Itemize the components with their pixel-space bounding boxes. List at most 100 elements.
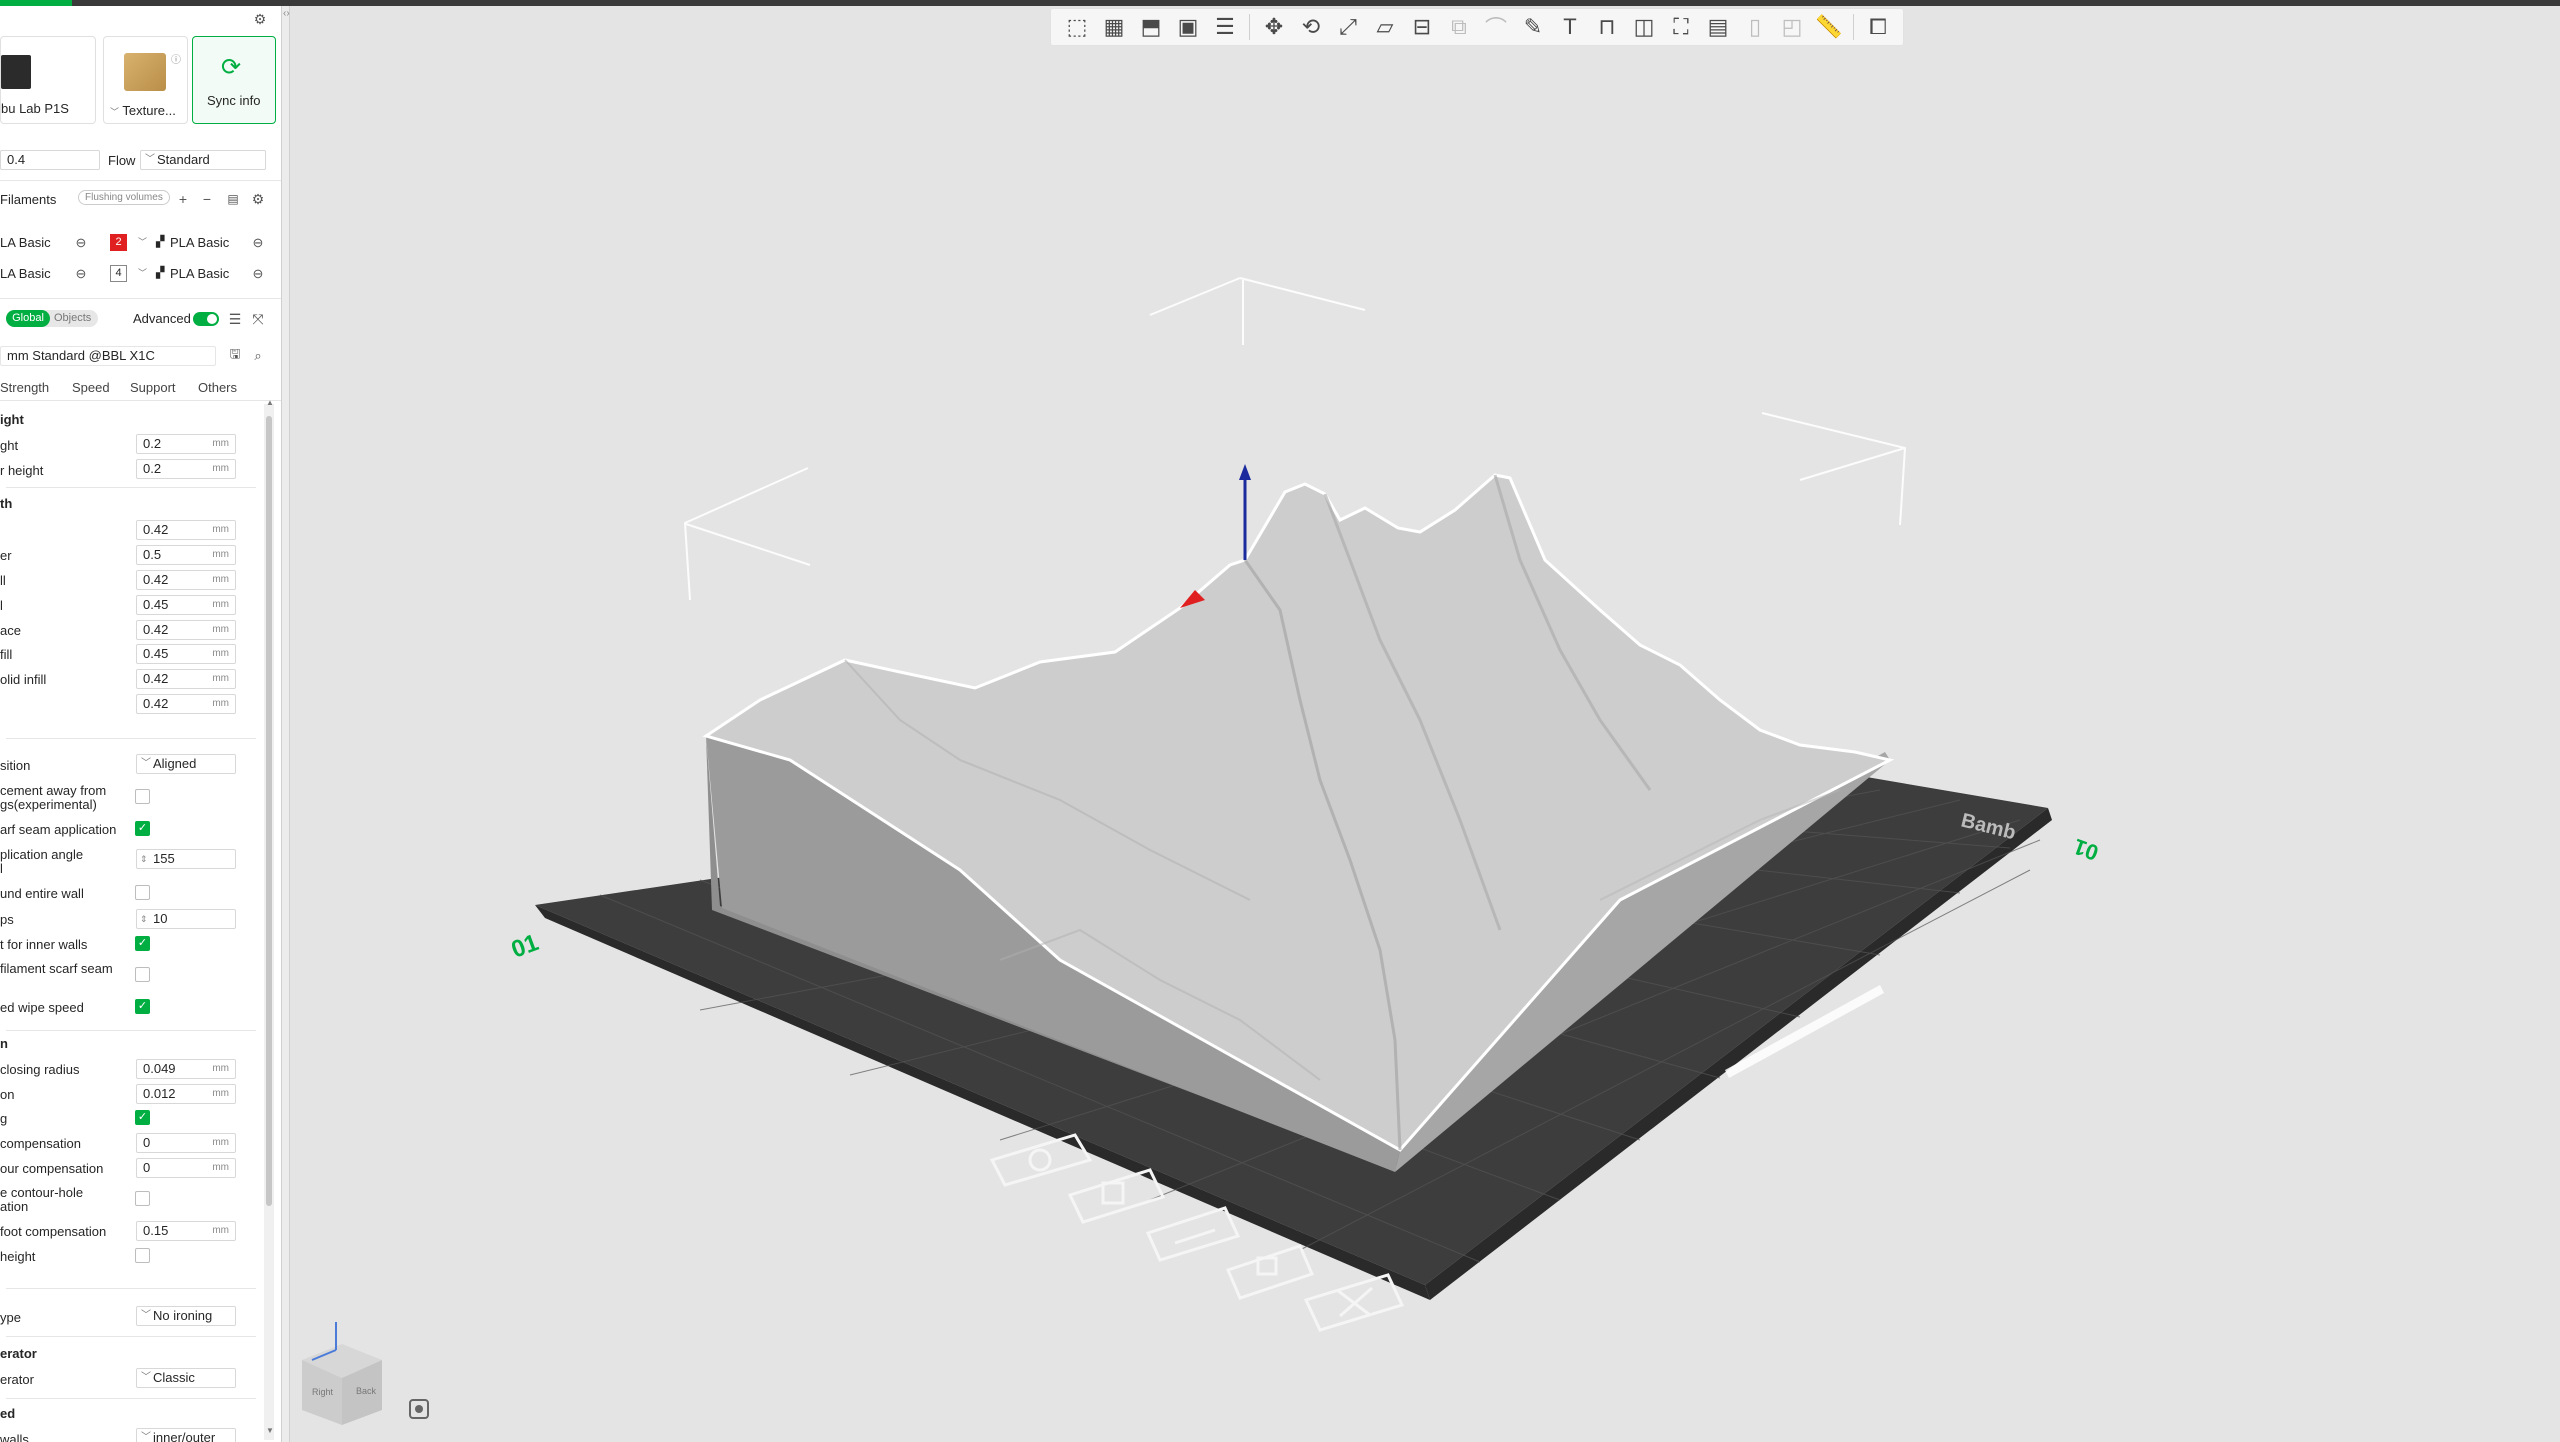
plate-slice-icon[interactable] [1145,1206,1241,1262]
ruler-icon[interactable]: 📏 [1811,11,1847,43]
flow-select[interactable]: ﹀ Standard [140,150,266,170]
move-icon[interactable]: ✥ [1256,11,1292,43]
seam-paint-icon[interactable]: ✎ [1515,11,1551,43]
checkbox-checked[interactable]: ✓ [135,821,150,836]
arrange-icon[interactable]: ▣ [1170,11,1206,43]
minus-circle-icon[interactable]: ⊖ [72,234,90,252]
filament-right-name[interactable]: PLA Basic [170,235,229,250]
setting-field[interactable]: 0.45 mm [136,644,236,664]
setting-field[interactable]: 0.15 mm [136,1221,236,1241]
checkbox[interactable] [135,967,150,982]
unit-label: mm [212,549,229,560]
scale-icon[interactable]: ⤢ [1330,11,1366,43]
plate-close-icon[interactable] [1303,1273,1405,1332]
search-icon[interactable]: ⌕ [249,347,267,365]
mesh-boolean-icon[interactable]: ⧉ [1441,11,1477,43]
cut-icon[interactable]: ⊟ [1404,11,1440,43]
setting-field[interactable]: 0.42 mm [136,694,236,714]
navigation-cube[interactable]: Right Back [302,1322,382,1425]
setting-field[interactable]: 0.2 mm [136,434,236,454]
remove-filament-icon[interactable]: − [198,190,216,208]
bounding-box-icon[interactable]: ⛶ [1663,11,1699,43]
gear-icon[interactable]: ⚙ [251,10,269,28]
filament-settings-icon[interactable]: ⚙ [249,190,267,208]
process-preset-field[interactable]: mm Standard @BBL X1C [0,346,216,366]
tab-others[interactable]: Others [198,380,237,395]
wall-generator-select[interactable]: ﹀ Classic [136,1368,236,1388]
tab-strength[interactable]: Strength [0,380,49,395]
steps-spin-field[interactable]: ⇕ 10 [136,909,236,929]
lay-on-face-icon[interactable]: ⏥ [1367,11,1403,43]
checkbox-checked[interactable]: ✓ [135,936,150,951]
orient-icon[interactable]: ⬒ [1133,11,1169,43]
layers-icon[interactable]: ☰ [1207,11,1243,43]
assembly-icon[interactable]: ▤ [1700,11,1736,43]
text-icon[interactable]: T [1552,11,1588,43]
setting-field[interactable]: 0.42 mm [136,570,236,590]
objects-tab[interactable]: Objects [54,310,91,327]
checkbox[interactable] [135,1191,150,1206]
filament-right-name[interactable]: PLA Basic [170,266,229,281]
filament-color-chip[interactable]: 4 [110,265,127,282]
setting-field[interactable]: 0.5 mm [136,545,236,565]
wall-sequence-select[interactable]: ﹀ inner/outer [136,1428,236,1442]
angle-spin-field[interactable]: ⇕ 155 [136,849,236,869]
z-axis-gizmo[interactable] [1239,464,1251,560]
tab-support[interactable]: Support [130,380,176,395]
minus-circle-icon[interactable]: ⊖ [249,265,267,283]
setting-field[interactable]: 0.049 mm [136,1059,236,1079]
filament-sync-icon[interactable]: ▤ [224,190,242,208]
plate-card[interactable]: ⓘ ﹀ Texture... [103,36,188,124]
setting-field[interactable]: 0.45 mm [136,595,236,615]
seam-position-select[interactable]: ﹀ Aligned [136,754,236,774]
collapse-sidebar-icon[interactable]: ‹› [283,8,290,19]
tab-speed[interactable]: Speed [72,380,110,395]
3d-viewport[interactable]: Bamb 01 01 Right Back [290,6,2560,1442]
checkbox-checked[interactable]: ✓ [135,999,150,1014]
ironing-type-select[interactable]: ﹀ No ironing [136,1306,236,1326]
minus-circle-icon[interactable]: ⊖ [249,234,267,252]
save-preset-icon[interactable]: 🖫 [226,346,244,365]
checkbox-checked[interactable]: ✓ [135,1110,150,1125]
variable-layer-icon[interactable]: ▯ [1737,11,1773,43]
explode-icon[interactable]: ⧠ [1860,11,1896,43]
setting-field[interactable]: 0 mm [136,1133,236,1153]
printer-card[interactable]: bu Lab P1S [0,36,96,124]
nozzle-diameter-field[interactable]: 0.4 [0,150,100,170]
add-cube-icon[interactable]: ⬚ [1059,11,1095,43]
textured-plate-image [124,53,166,91]
scroll-down-icon[interactable]: ▼ [266,1426,274,1435]
scroll-up-icon[interactable]: ▲ [266,398,274,407]
setting-field[interactable]: 0 mm [136,1158,236,1178]
sidebar-splitter[interactable]: ‹› [282,6,290,1442]
fit-view-icon[interactable] [409,1399,429,1419]
sidebar-scrollbar[interactable] [264,404,274,1440]
global-tab[interactable]: Global [6,310,50,327]
scrollbar-thumb[interactable] [266,416,272,1206]
add-filament-icon[interactable]: + [174,190,192,208]
setting-field[interactable]: 0.42 mm [136,620,236,640]
flushing-volumes-button[interactable]: Flushing volumes [78,190,170,205]
compare-icon[interactable]: ⤧ [249,310,267,328]
advanced-switch[interactable] [193,312,219,326]
plate-lock-icon[interactable] [1225,1244,1315,1300]
clip-icon[interactable]: ◰ [1774,11,1810,43]
list-icon[interactable]: ☰ [226,310,244,328]
setting-field[interactable]: 0.42 mm [136,520,236,540]
setting-field[interactable]: 0.42 mm [136,669,236,689]
grid-icon[interactable]: ▦ [1096,11,1132,43]
support-paint-icon[interactable]: ⌒ [1478,11,1514,43]
rotate-icon[interactable]: ⟲ [1293,11,1329,43]
checkbox[interactable] [135,885,150,900]
setting-field[interactable]: 0.2 mm [136,459,236,479]
emboss-icon[interactable]: ⊓ [1589,11,1625,43]
info-icon[interactable]: ⓘ [171,51,181,66]
measure-cube-icon[interactable]: ◫ [1626,11,1662,43]
checkbox[interactable] [135,789,150,804]
minus-circle-icon[interactable]: ⊖ [72,265,90,283]
checkbox[interactable] [135,1248,150,1263]
filament-color-chip[interactable]: 2 [110,234,127,251]
sync-info-button[interactable]: ⟳ Sync info [192,36,276,124]
global-objects-toggle[interactable]: Global Objects [6,310,98,327]
setting-field[interactable]: 0.012 mm [136,1084,236,1104]
